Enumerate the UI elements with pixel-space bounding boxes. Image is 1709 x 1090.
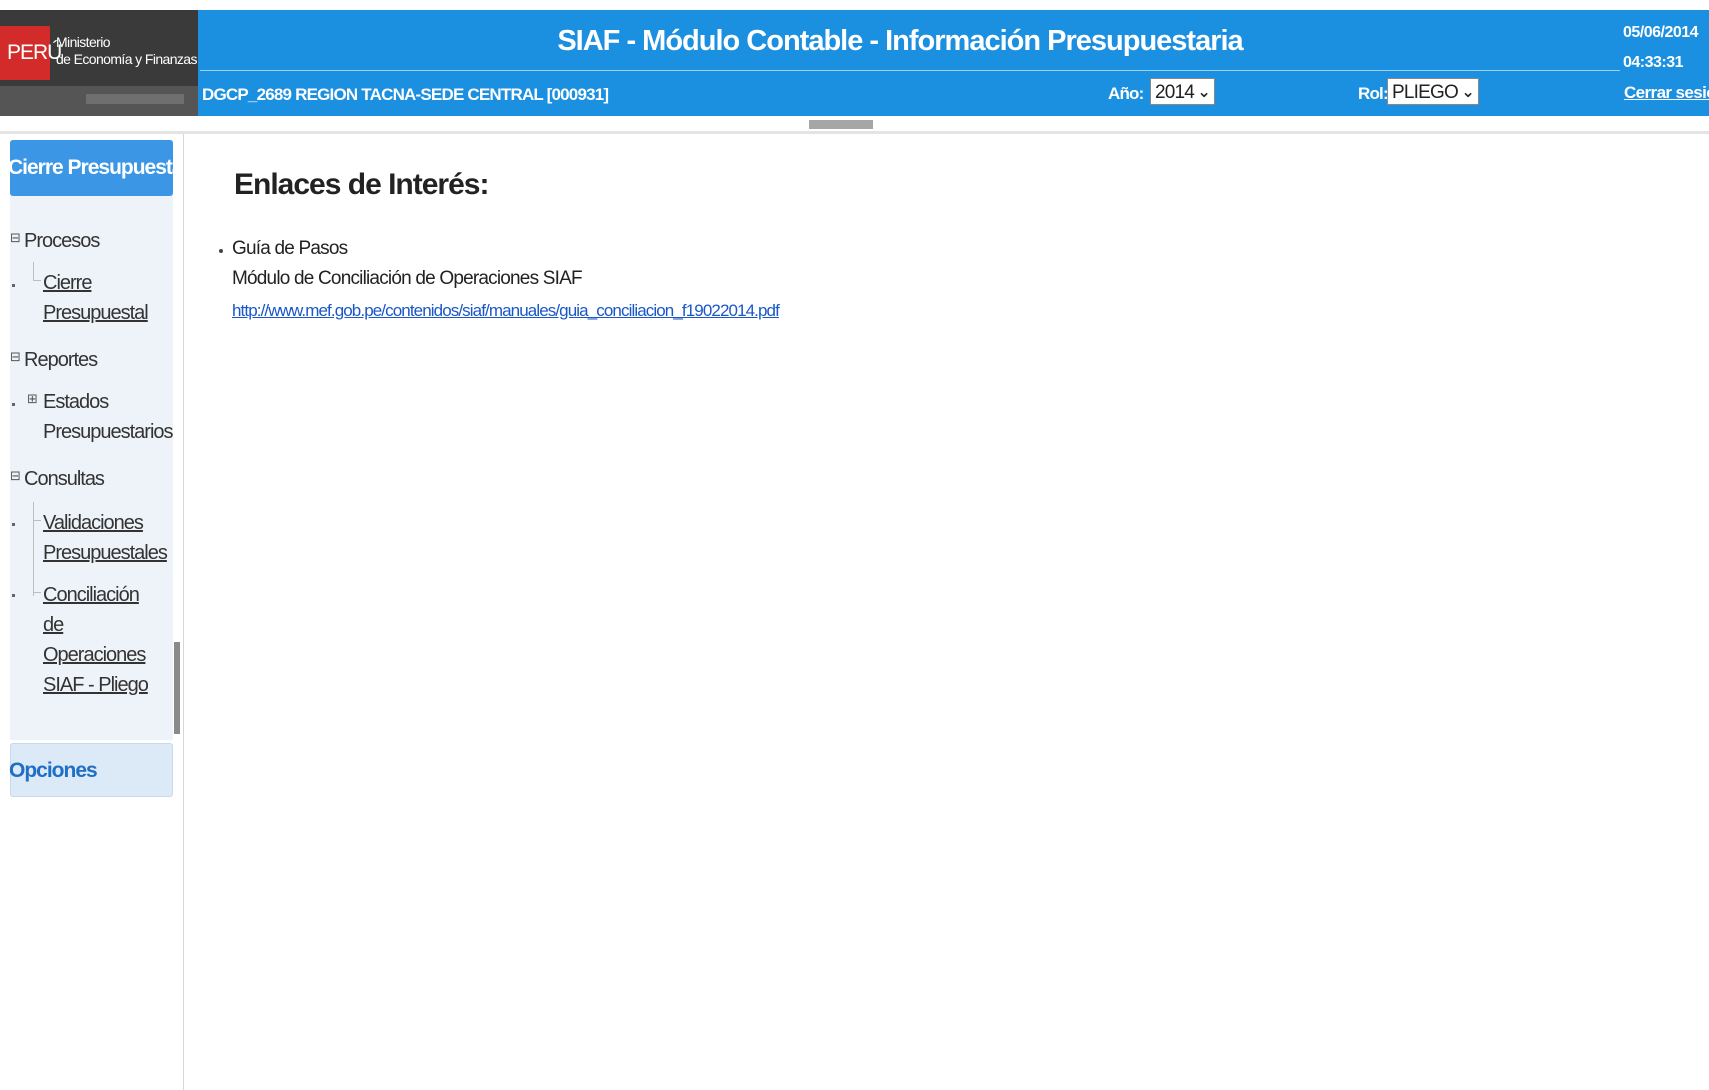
sidebar-item-estados-presupuestarios[interactable]: Estados Presupuestarios <box>43 387 174 447</box>
sidebar-item-line: Operaciones <box>43 644 146 666</box>
collapse-icon[interactable]: ⊟ <box>10 345 24 369</box>
logout-link[interactable]: Cerrar sesión <box>1624 83 1709 103</box>
sidebar-item-line: Conciliación <box>43 584 140 606</box>
sidebar-item-line: Presupuestarios <box>43 421 174 443</box>
chevron-down-icon: ⌄ <box>1197 84 1210 101</box>
sidebar-scrollbar[interactable] <box>174 642 180 734</box>
year-select-value: 2014 <box>1155 82 1195 103</box>
year-select[interactable]: 2014 ⌄ <box>1150 78 1215 105</box>
tree-bullet <box>12 284 15 287</box>
guide-pdf-link[interactable]: http://www.mef.gob.pe/contenidos/siaf/ma… <box>232 296 780 326</box>
collapse-icon[interactable]: ⊟ <box>10 226 24 250</box>
session-date: 05/06/2014 <box>1623 24 1699 41</box>
tree-connector <box>33 520 41 521</box>
sidebar-item-line: SIAF - Pliego <box>43 674 149 696</box>
sidebar-item-conciliacion-operaciones[interactable]: Conciliación de Operaciones SIAF - Plieg… <box>43 580 149 700</box>
tree-node-procesos[interactable]: ⊟ Procesos <box>10 226 100 256</box>
tree-node-estados-presupuestarios[interactable]: ⊞ <box>27 387 41 417</box>
logo-stripe-text <box>86 94 184 104</box>
role-label: Rol: <box>1358 84 1389 103</box>
peru-logo-mark: PERÚ <box>0 26 62 80</box>
tree-bullet <box>12 594 15 597</box>
splitter-handle[interactable] <box>809 120 873 129</box>
logo-stripe <box>0 86 198 116</box>
ministry-logo: PERÚ Ministerio de Economía y Finanzas <box>0 10 198 116</box>
tree-bullet <box>12 403 15 406</box>
tree-node-label: Procesos <box>24 230 100 252</box>
sidebar-item-cierre-presupuestal[interactable]: Cierre Presupuestal <box>43 268 149 328</box>
sidebar-item-line: Validaciones <box>43 512 144 534</box>
content-divider <box>183 134 184 1090</box>
header-bottom-rule <box>0 131 1709 134</box>
list-bullet <box>219 249 223 253</box>
sidebar-item-validaciones-presupuestales[interactable]: Validaciones Presupuestales <box>43 508 168 568</box>
tree-connector <box>33 592 41 593</box>
tree-connector <box>33 280 41 281</box>
session-time: 04:33:31 <box>1623 54 1684 71</box>
tree-bullet <box>12 523 15 526</box>
role-select[interactable]: PLIEGO ⌄ <box>1387 78 1479 105</box>
tree-connector <box>33 262 34 280</box>
page-title: Enlaces de Interés: <box>234 168 489 201</box>
tree-node-reportes[interactable]: ⊟ Reportes <box>10 345 98 375</box>
sidebar-item-line: de <box>43 614 64 636</box>
expand-icon[interactable]: ⊞ <box>27 387 41 411</box>
sidebar-item-line: Presupuestales <box>43 542 168 564</box>
collapse-icon[interactable]: ⊟ <box>10 464 24 488</box>
app-title: SIAF - Módulo Contable - Información Pre… <box>557 25 1243 57</box>
tree-node-consultas[interactable]: ⊟ Consultas <box>10 464 105 494</box>
role-select-value: PLIEGO <box>1392 82 1459 103</box>
sidebar-item-line: Cierre <box>43 272 92 294</box>
sidebar-item-line: Presupuestal <box>43 302 149 324</box>
header-divider <box>200 70 1620 71</box>
link-description: Módulo de Conciliación de Operaciones SI… <box>232 268 583 289</box>
tree-connector <box>33 502 34 596</box>
year-label: Año: <box>1108 84 1144 103</box>
panel-header-cierre-presupuestal[interactable]: Cierre Presupuestal <box>10 140 173 196</box>
tree-node-label: Reportes <box>24 349 98 371</box>
tree-node-label: Consultas <box>24 468 105 490</box>
ministry-name: Ministerio de Economía y Finanzas <box>56 34 197 68</box>
sidebar-item-line: Estados <box>43 391 109 413</box>
ministry-name-line2: de Economía y Finanzas <box>56 51 197 67</box>
ministry-name-line1: Ministerio <box>56 34 111 50</box>
panel-header-opciones[interactable]: Opciones <box>9 743 173 797</box>
session-datetime: 05/06/2014 04:33:31 <box>1623 18 1699 78</box>
entity-name: DGCP_2689 REGION TACNA-SEDE CENTRAL [000… <box>202 85 609 104</box>
link-name: Guía de Pasos <box>232 238 348 259</box>
chevron-down-icon: ⌄ <box>1461 84 1474 101</box>
